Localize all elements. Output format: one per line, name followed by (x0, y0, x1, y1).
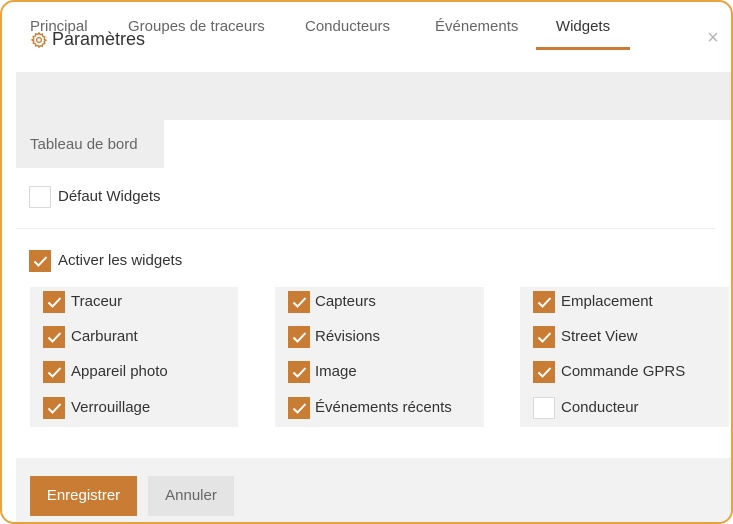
checkmark-icon (47, 332, 62, 343)
widget-appareil-photo-checkbox[interactable] (43, 361, 65, 383)
widget-street-view-checkbox[interactable] (533, 326, 555, 348)
checkmark-icon (47, 367, 62, 378)
widget-evenements-recents-checkbox[interactable] (288, 397, 310, 419)
tab-conducteurs[interactable]: Conducteurs (305, 2, 390, 50)
tab-groupes-de-traceurs[interactable]: Groupes de traceurs (128, 2, 265, 50)
widget-verrouillage-label: Verrouillage (71, 399, 151, 416)
checkmark-icon (292, 297, 307, 308)
default-widgets-label: Défaut Widgets (58, 188, 161, 205)
widget-emplacement-checkbox[interactable] (533, 291, 555, 313)
checkmark-icon (47, 403, 62, 414)
widget-evenements-recents-label: Événements récents (315, 399, 452, 416)
widget-carburant-checkbox[interactable] (43, 326, 65, 348)
tab-widgets[interactable]: Widgets (536, 2, 630, 50)
widget-image-label: Image (315, 363, 357, 380)
widget-capteurs-checkbox[interactable] (288, 291, 310, 313)
widget-revisions-label: Révisions (315, 328, 381, 345)
checkmark-icon (292, 332, 307, 343)
checkmark-icon (537, 297, 552, 308)
checkmark-icon (537, 367, 552, 378)
checkmark-icon (537, 332, 552, 343)
tab-tableau-de-bord[interactable]: Tableau de bord (30, 120, 138, 168)
checkmark-icon (47, 297, 62, 308)
widget-street-view-label: Street View (561, 328, 638, 345)
enable-widgets-label: Activer les widgets (58, 252, 183, 269)
widget-appareil-photo-label: Appareil photo (71, 363, 168, 380)
enable-widgets-checkbox[interactable] (29, 250, 51, 272)
checkmark-icon (292, 367, 307, 378)
widget-verrouillage-checkbox[interactable] (43, 397, 65, 419)
tab-evenements[interactable]: Événements (435, 2, 518, 50)
default-widgets-checkbox[interactable] (29, 186, 51, 208)
tab-principal[interactable]: Principal (30, 2, 88, 50)
widget-capteurs-label: Capteurs (315, 293, 376, 310)
checkmark-icon (33, 256, 48, 267)
widget-image-checkbox[interactable] (288, 361, 310, 383)
widget-traceur-label: Traceur (71, 293, 123, 310)
widget-conducteur-label: Conducteur (561, 399, 639, 416)
active-tab-indicator (536, 47, 630, 50)
widget-commande-gprs-label: Commande GPRS (561, 363, 686, 380)
tab-bar (16, 72, 731, 120)
widget-emplacement-label: Emplacement (561, 293, 653, 310)
widget-conducteur-checkbox[interactable] (533, 397, 555, 419)
close-icon[interactable]: × (703, 28, 723, 48)
section-divider (16, 228, 716, 229)
tab-widgets-label: Widgets (555, 18, 611, 35)
widget-traceur-checkbox[interactable] (43, 291, 65, 313)
cancel-button[interactable]: Annuler (148, 476, 234, 516)
widget-revisions-checkbox[interactable] (288, 326, 310, 348)
checkmark-icon (292, 403, 307, 414)
widget-commande-gprs-checkbox[interactable] (533, 361, 555, 383)
settings-dialog: Paramètres × Principal Groupes de traceu… (0, 0, 733, 524)
save-button[interactable]: Enregistrer (30, 476, 137, 516)
widget-carburant-label: Carburant (71, 328, 138, 345)
